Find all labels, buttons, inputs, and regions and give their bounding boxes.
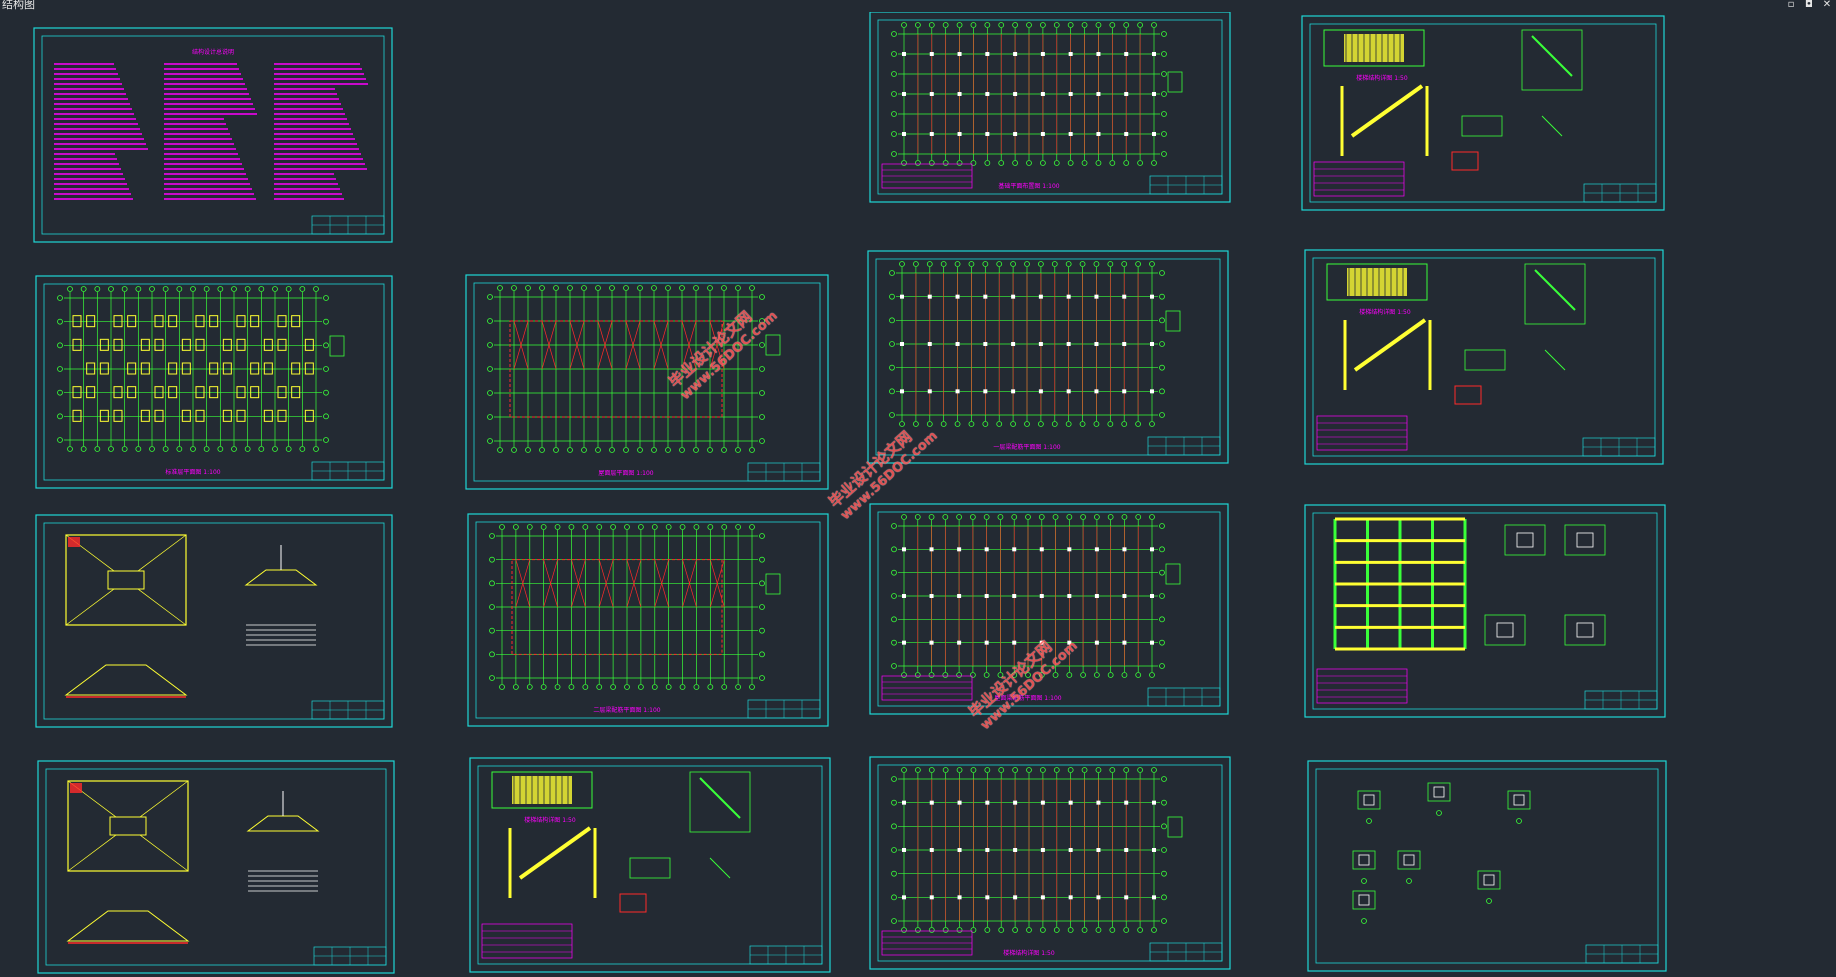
sheet-caption: 楼梯结构详图 1:50: [1003, 949, 1055, 957]
drawing-sheet[interactable]: [37, 760, 395, 974]
drawing-sheet[interactable]: 屋面层平面图 1:100: [465, 274, 829, 490]
sheet-caption: 楼梯结构详图 1:50: [524, 816, 576, 824]
drawing-sheet[interactable]: 楼梯结构详图 1:50: [1301, 15, 1665, 211]
sheet-caption: 二层梁配筋平面图 1:100: [593, 706, 660, 714]
sheet-caption: 屋面层平面图 1:100: [598, 470, 653, 477]
drawing-canvas[interactable]: 结构设计总说明基础平面布置图 1:100 楼梯结构详图 1:50 标准层平面图 1:…: [0, 12, 1836, 977]
sheet-caption: 一层梁配筋平面图 1:100: [993, 443, 1060, 451]
drawing-sheet[interactable]: [1307, 760, 1667, 972]
drawing-sheet[interactable]: 二层梁配筋平面图 1:100: [467, 513, 829, 727]
notes-title: 结构设计总说明: [192, 48, 234, 56]
sheet-caption: 楼梯结构详图 1:50: [1356, 74, 1408, 82]
close-icon[interactable]: ✕: [1822, 0, 1832, 10]
drawing-sheet[interactable]: 标准层平面图 1:100: [35, 275, 393, 489]
window-title: 结构图: [2, 0, 35, 11]
sheet-caption: 标准层平面图 1:100: [165, 468, 220, 476]
drawing-sheet[interactable]: 楼梯结构详图 1:50: [1304, 249, 1664, 465]
drawing-sheet[interactable]: [35, 514, 393, 728]
minimize-icon[interactable]: ▫: [1786, 0, 1796, 10]
drawing-sheet[interactable]: 楼梯结构详图 1:50: [469, 757, 831, 973]
drawing-sheet[interactable]: [1304, 504, 1666, 718]
drawing-sheet[interactable]: 楼梯结构详图 1:50: [869, 756, 1231, 970]
drawing-sheet[interactable]: 结构设计总说明: [33, 27, 393, 243]
restore-icon[interactable]: ◘: [1804, 0, 1814, 10]
drawing-sheet[interactable]: 基础平面布置图 1:100: [869, 12, 1231, 203]
sheet-caption: 基础平面布置图 1:100: [998, 182, 1059, 190]
sheet-caption: 楼梯结构详图 1:50: [1359, 308, 1411, 316]
window-titlebar: 结构图 ▫ ◘ ✕: [0, 0, 1836, 12]
window-controls: ▫ ◘ ✕: [1786, 0, 1832, 10]
drawing-sheet[interactable]: 屋面梁配筋平面图 1:100: [869, 503, 1229, 715]
